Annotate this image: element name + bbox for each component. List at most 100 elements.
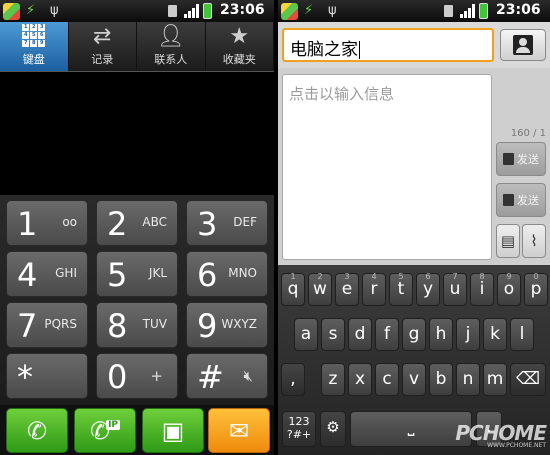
send-button-2[interactable]: 发送	[496, 183, 546, 217]
dialed-number-display[interactable]	[0, 73, 274, 195]
space-key[interactable]: ⎵	[350, 411, 472, 447]
settings-key[interactable]: ⚙	[320, 411, 346, 447]
message-placeholder: 点击以输入信息	[289, 85, 395, 103]
dialer-screen: ⚡ ψ 23:06 123456789 键盘 ⇄ 记录 👤︎ 联系人 ★ 收藏夹…	[0, 0, 274, 455]
sim-icon	[503, 153, 514, 165]
key-e[interactable]: 3e	[335, 272, 359, 306]
key-9[interactable]: 9 WXYZ	[186, 302, 268, 348]
key-a[interactable]: a	[294, 318, 318, 351]
key-letters: TUV	[142, 317, 167, 331]
key-label: g	[408, 324, 420, 344]
key-j[interactable]: j	[456, 318, 480, 351]
key-hint: 1	[290, 272, 296, 281]
key-3[interactable]: 3 DEF	[186, 200, 268, 246]
backspace-key[interactable]: ⌫	[510, 363, 546, 396]
attach-button[interactable]: ⌇	[522, 224, 546, 258]
voicemail-icon: oo	[62, 215, 77, 229]
send-label: 发送	[517, 153, 539, 166]
key-label: j	[465, 324, 471, 344]
key-h[interactable]: h	[429, 318, 453, 351]
contacts-button[interactable]: ▣	[142, 408, 204, 453]
screenshot-root: ⚡ ψ 23:06 123456789 键盘 ⇄ 记录 👤︎ 联系人 ★ 收藏夹…	[0, 0, 550, 455]
key-y[interactable]: 6y	[416, 272, 440, 306]
key-d[interactable]: d	[348, 318, 372, 351]
key-v[interactable]: v	[402, 363, 426, 396]
key-z[interactable]: z	[321, 363, 345, 396]
key-w[interactable]: 2w	[308, 272, 332, 306]
key-m[interactable]: m	[483, 363, 507, 396]
message-input[interactable]: 点击以输入信息	[282, 74, 492, 260]
key-1[interactable]: 1 oo	[6, 200, 88, 246]
key-b[interactable]: b	[429, 363, 453, 396]
key-label: c	[382, 369, 392, 389]
space-bar-icon: ⎵	[407, 417, 415, 437]
symbols-key[interactable]: 123 ?#+	[282, 411, 316, 447]
key-c[interactable]: c	[375, 363, 399, 396]
tab-label: 联系人	[154, 53, 188, 66]
send-label: 发送	[517, 194, 539, 207]
tab-keypad[interactable]: 123456789 键盘	[0, 22, 69, 71]
app-notification-icon	[281, 3, 298, 20]
recipient-input[interactable]: 电脑之家	[282, 28, 494, 62]
signal-icon	[460, 4, 476, 18]
key-p[interactable]: 0p	[524, 272, 548, 306]
phone-icon: ✆	[26, 416, 48, 445]
ip-call-button[interactable]: ✆ IP	[74, 408, 136, 453]
template-icon: ▤	[500, 232, 516, 250]
key-label: ,	[290, 369, 296, 389]
key-n[interactable]: n	[456, 363, 480, 396]
tab-call-log[interactable]: ⇄ 记录	[69, 22, 137, 71]
tab-label: 键盘	[22, 53, 45, 66]
key-hint: 8	[479, 272, 485, 281]
key-t[interactable]: 5t	[389, 272, 413, 306]
sd-card-icon	[444, 5, 453, 17]
tab-contacts[interactable]: 👤︎ 联系人	[137, 22, 206, 71]
dial-keypad: 1 oo 2 ABC 3 DEF 4 GHI 5 JKL 6 MNO 7 PQR…	[0, 195, 274, 405]
key-label: a	[300, 324, 312, 344]
usb-icon: ψ	[50, 3, 59, 18]
contact-icon	[513, 35, 533, 55]
key-5[interactable]: 5 JKL	[96, 251, 178, 297]
key-k[interactable]: k	[483, 318, 507, 351]
key-g[interactable]: g	[402, 318, 426, 351]
key-letters: PQRS	[44, 317, 77, 331]
key-label: l	[519, 324, 525, 344]
key-letters: MNO	[228, 266, 257, 280]
compose-screen: ⚡ ψ 23:06 电脑之家 点击以输入信息 160 / 1 发送 发送 ▤ ⌇…	[278, 0, 550, 455]
key-7[interactable]: 7 PQRS	[6, 302, 88, 348]
call-log-icon: ⇄	[93, 24, 112, 49]
comma-key[interactable]: ,	[281, 363, 305, 396]
key-label: b	[435, 369, 447, 389]
key-hash[interactable]: # 🔇︎	[186, 353, 268, 399]
key-4[interactable]: 4 GHI	[6, 251, 88, 297]
key-s[interactable]: s	[321, 318, 345, 351]
key-6[interactable]: 6 MNO	[186, 251, 268, 297]
key-0[interactable]: 0 +	[96, 353, 178, 399]
key-f[interactable]: f	[375, 318, 399, 351]
sms-button[interactable]: ✉	[208, 408, 270, 453]
pick-contact-button[interactable]	[500, 29, 546, 61]
key-hint: 4	[371, 272, 377, 281]
key-hint: 3	[344, 272, 350, 281]
call-button[interactable]: ✆	[6, 408, 68, 453]
battery-icon	[479, 3, 488, 19]
key-r[interactable]: 4r	[362, 272, 386, 306]
key-q[interactable]: 1q	[281, 272, 305, 306]
key-digit: 2	[107, 205, 128, 243]
tab-favorites[interactable]: ★ 收藏夹	[206, 22, 274, 71]
tab-label: 记录	[91, 53, 114, 66]
send-button-1[interactable]: 发送	[496, 142, 546, 176]
keypad-icon: 123456789	[22, 24, 46, 47]
key-u[interactable]: 7u	[443, 272, 467, 306]
key-letters: DEF	[233, 215, 257, 229]
key-2[interactable]: 2 ABC	[96, 200, 178, 246]
key-star[interactable]: *	[6, 353, 88, 399]
key-hint: 9	[506, 272, 512, 281]
template-button[interactable]: ▤	[496, 224, 520, 258]
key-l[interactable]: l	[510, 318, 534, 351]
key-o[interactable]: 9o	[497, 272, 521, 306]
key-x[interactable]: x	[348, 363, 372, 396]
envelope-icon: ✉	[228, 416, 250, 445]
key-i[interactable]: 8i	[470, 272, 494, 306]
key-8[interactable]: 8 TUV	[96, 302, 178, 348]
